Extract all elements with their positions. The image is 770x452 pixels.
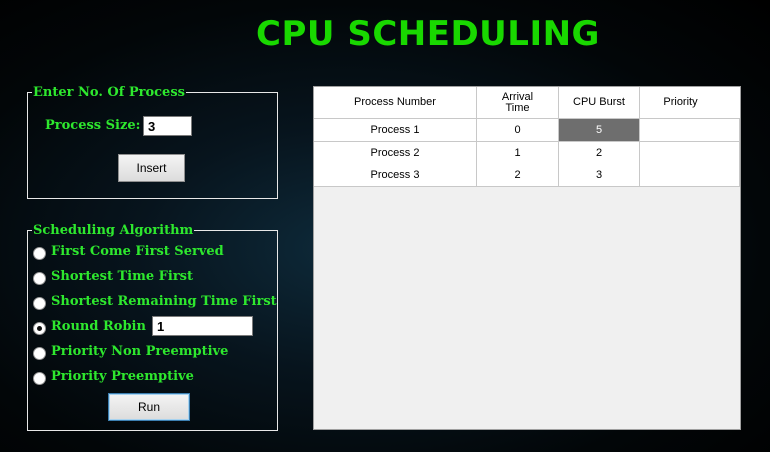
grid-header: Process Number Arrival Time CPU Burst Pr… <box>314 87 740 119</box>
cell-arrival-time[interactable]: 1 <box>477 142 559 164</box>
process-grid[interactable]: Process Number Arrival Time CPU Burst Pr… <box>313 86 741 430</box>
radio-label: Shortest Time First <box>51 269 193 284</box>
radio-button[interactable] <box>33 372 46 385</box>
cell-process-number[interactable]: Process 1 <box>314 119 477 141</box>
table-row[interactable]: Process 1 0 5 <box>314 119 740 142</box>
radio-button[interactable] <box>33 247 46 260</box>
column-header-priority[interactable]: Priority <box>640 87 721 118</box>
cell-arrival-time[interactable]: 0 <box>477 119 559 141</box>
cell-process-number[interactable]: Process 3 <box>314 164 477 186</box>
cell-priority[interactable] <box>640 142 740 164</box>
cell-arrival-time[interactable]: 2 <box>477 164 559 186</box>
radio-label: Round Robin <box>51 319 146 334</box>
radio-button[interactable] <box>33 272 46 285</box>
cell-priority[interactable] <box>640 164 740 186</box>
algorithm-group-legend: Scheduling Algorithm <box>33 223 194 238</box>
radio-button[interactable] <box>33 297 46 310</box>
process-size-label: Process Size: <box>45 118 141 133</box>
run-button[interactable]: Run <box>108 393 190 421</box>
cell-cpu-burst[interactable]: 5 <box>559 119 640 141</box>
insert-button[interactable]: Insert <box>118 154 185 182</box>
column-header-process-number[interactable]: Process Number <box>314 87 477 118</box>
cell-priority[interactable] <box>640 119 740 141</box>
radio-label: Shortest Remaining Time First <box>51 294 277 309</box>
radio-label: Priority Preemptive <box>51 369 194 384</box>
column-header-arrival-time[interactable]: Arrival Time <box>477 87 559 118</box>
radio-label: Priority Non Preemptive <box>51 344 229 359</box>
radio-button[interactable] <box>33 322 46 335</box>
column-header-cpu-burst[interactable]: CPU Burst <box>559 87 640 118</box>
cell-process-number[interactable]: Process 2 <box>314 142 477 164</box>
process-group-legend: Enter No. Of Process <box>33 85 185 100</box>
cell-cpu-burst[interactable]: 2 <box>559 142 640 164</box>
cell-cpu-burst[interactable]: 3 <box>559 164 640 186</box>
page-title: CPU SCHEDULING <box>256 14 600 54</box>
table-row[interactable]: Process 2 1 2 <box>314 142 740 165</box>
time-quantum-input[interactable] <box>152 316 253 336</box>
process-size-input[interactable] <box>143 116 192 136</box>
table-row[interactable]: Process 3 2 3 <box>314 164 740 187</box>
radio-button[interactable] <box>33 347 46 360</box>
radio-label: First Come First Served <box>51 244 224 259</box>
